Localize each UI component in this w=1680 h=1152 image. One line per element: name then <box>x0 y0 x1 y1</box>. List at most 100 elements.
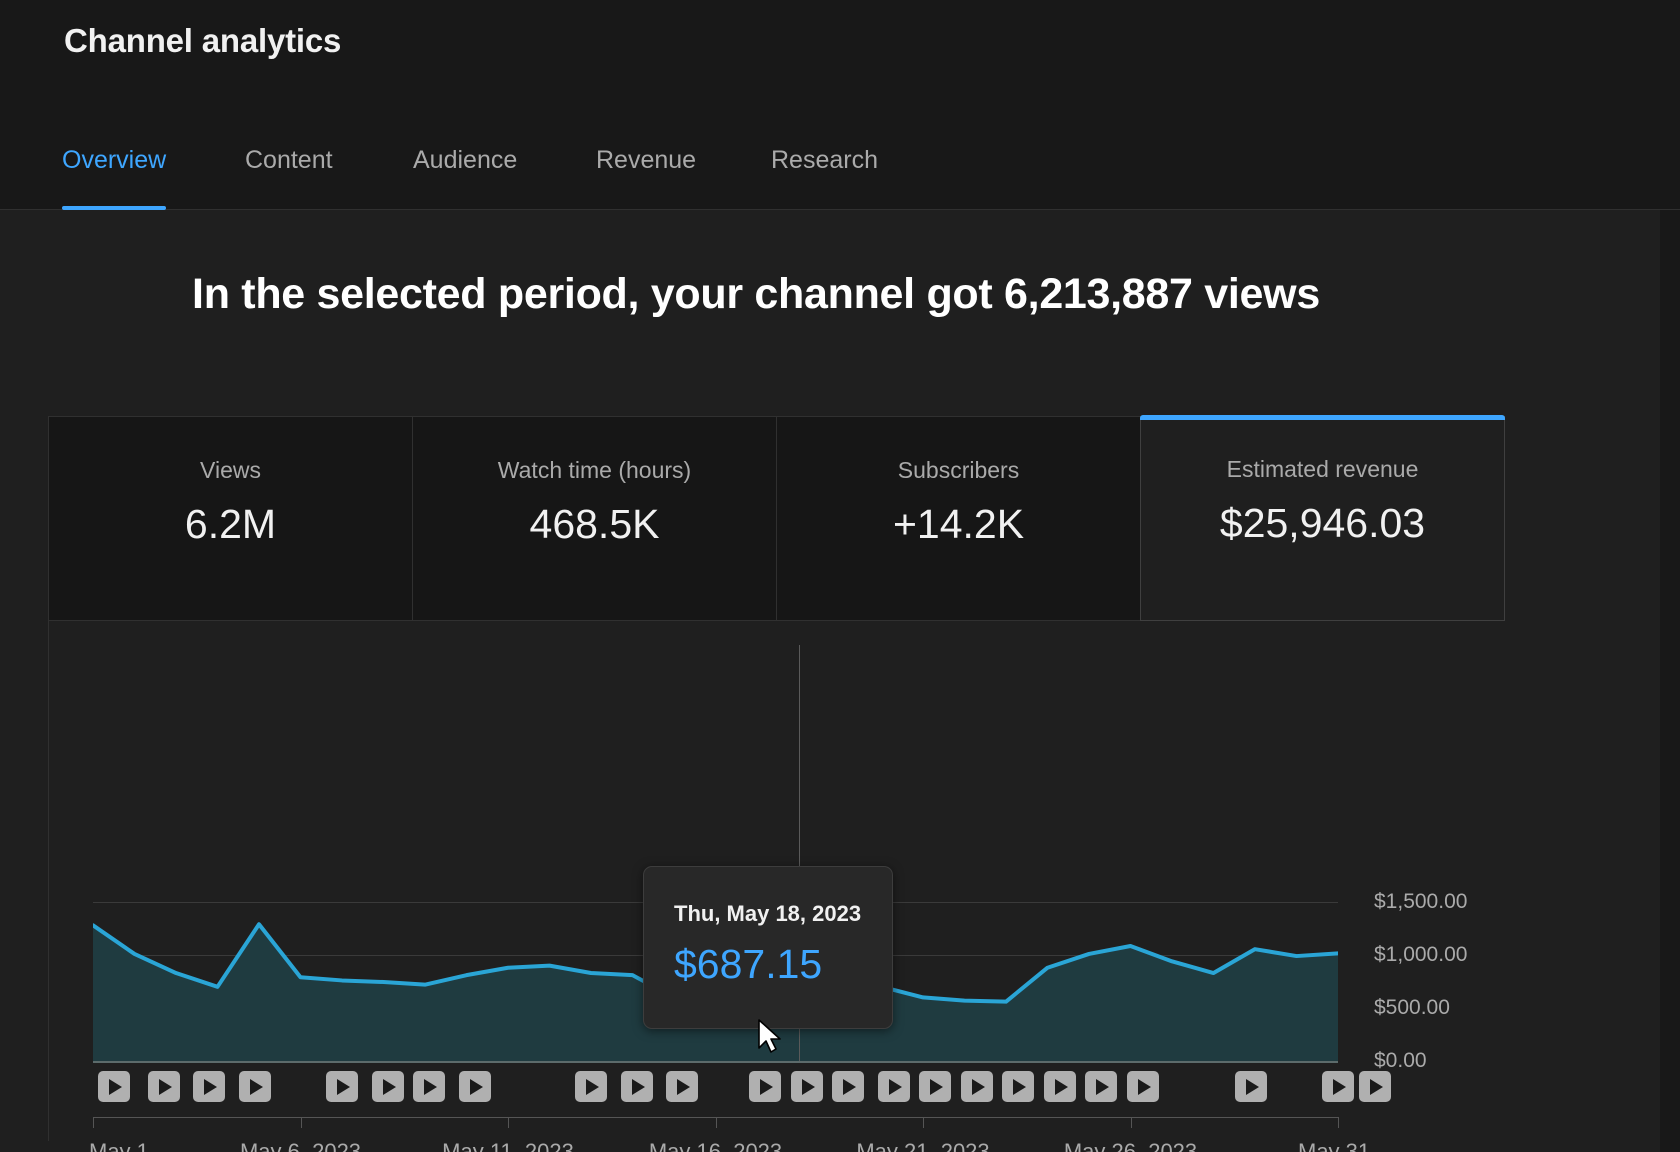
play-triangle-icon <box>631 1078 645 1095</box>
video-marker-icon[interactable] <box>238 1071 271 1102</box>
selected-indicator-bar <box>1140 415 1505 420</box>
metric-card-label: Estimated revenue <box>1226 456 1419 482</box>
video-marker-icon[interactable] <box>620 1071 653 1102</box>
play-triangle-icon <box>337 1078 350 1095</box>
tab-label: Content <box>245 146 333 174</box>
chart-baseline <box>93 1061 1338 1063</box>
metric-card-value: 468.5K <box>529 501 660 547</box>
tab-overview[interactable]: Overview <box>62 132 167 210</box>
y-axis-tick-label: $500.00 <box>1374 996 1450 1019</box>
video-marker-icon[interactable] <box>193 1071 226 1102</box>
play-triangle-icon <box>1096 1078 1110 1095</box>
video-marker-icon[interactable] <box>666 1071 699 1102</box>
video-marker-icon[interactable] <box>832 1071 865 1102</box>
y-axis-tick-label: $0.00 <box>1374 1049 1427 1072</box>
metric-card-views[interactable]: Views 6.2M <box>48 416 412 621</box>
x-axis-tick <box>923 1117 924 1128</box>
video-marker-icon[interactable] <box>960 1071 993 1102</box>
metric-card-estimated-revenue[interactable]: Estimated revenue $25,946.03 <box>1140 415 1505 621</box>
metric-card-label: Subscribers <box>897 457 1020 483</box>
metric-card-watch-time-hours[interactable]: Watch time (hours) 468.5K <box>412 416 776 621</box>
mouse-cursor-icon <box>758 1019 781 1053</box>
video-marker-icon[interactable] <box>371 1071 404 1102</box>
y-axis-tick-label: $1,000.00 <box>1374 943 1468 966</box>
video-marker-icon[interactable] <box>458 1071 491 1102</box>
analytics-tabbar: Overview Content Audience Revenue Research <box>0 132 1680 210</box>
metric-card-subscribers[interactable]: Subscribers +14.2K <box>776 416 1140 621</box>
video-marker-icon[interactable] <box>575 1071 607 1102</box>
video-marker-icon[interactable] <box>1043 1071 1076 1102</box>
video-marker-icon[interactable] <box>877 1071 910 1102</box>
y-axis-tick-label: $1,500.00 <box>1374 890 1468 913</box>
video-marker-icon[interactable] <box>97 1071 130 1102</box>
tooltip-value: $687.15 <box>674 941 823 987</box>
x-axis-tick <box>508 1117 509 1128</box>
play-triangle-icon <box>843 1078 857 1095</box>
tab-content[interactable]: Content <box>245 132 333 210</box>
play-triangle-icon <box>586 1078 599 1095</box>
chart-y-axis: $0.00 $500.00 $1,000.00 $1,500.00 <box>1374 849 1574 1079</box>
chart-tooltip: Thu, May 18, 2023 $687.15 <box>643 866 893 1029</box>
play-triangle-icon <box>760 1078 774 1095</box>
tab-label: Overview <box>62 146 167 174</box>
play-triangle-icon <box>1333 1078 1346 1095</box>
panel-right-gutter <box>1660 210 1680 1152</box>
video-marker-icon[interactable] <box>749 1071 782 1102</box>
video-marker-icon[interactable] <box>790 1071 823 1102</box>
play-triangle-icon <box>204 1078 218 1095</box>
x-axis-tick-label: May 21, 2023 <box>856 1139 990 1152</box>
metric-card-label: Views <box>200 457 261 483</box>
play-triangle-icon <box>249 1078 263 1095</box>
x-axis-tick <box>1130 1117 1132 1128</box>
x-axis-tick-label: May 31... <box>1298 1139 1389 1152</box>
video-marker-icon[interactable] <box>1126 1071 1159 1102</box>
video-marker-icon[interactable] <box>919 1071 952 1102</box>
video-marker-icon[interactable] <box>1322 1071 1354 1102</box>
tab-audience[interactable]: Audience <box>413 132 517 210</box>
play-triangle-icon <box>1370 1078 1384 1095</box>
metric-card-value: +14.2K <box>892 501 1025 547</box>
video-marker-row <box>93 1071 1392 1105</box>
channel-analytics-page: Channel analytics Overview Content Audienc… <box>0 0 1680 1152</box>
play-triangle-icon <box>108 1078 122 1095</box>
video-marker-icon[interactable] <box>326 1071 358 1102</box>
x-axis-tick <box>1338 1117 1339 1128</box>
metric-card-label: Watch time (hours) <box>497 457 692 483</box>
play-triangle-icon <box>1013 1078 1027 1095</box>
x-axis-tick-label: May 16, 2023 <box>648 1139 783 1152</box>
play-triangle-icon <box>1245 1078 1259 1095</box>
x-axis-tick-label: May 6, 2023 <box>239 1139 362 1152</box>
overview-content-panel: In the selected period, your channel got… <box>0 210 1660 1152</box>
video-marker-icon[interactable] <box>1002 1071 1035 1102</box>
play-triangle-icon <box>158 1078 172 1095</box>
tab-label: Audience <box>413 146 518 174</box>
tab-revenue[interactable]: Revenue <box>596 132 696 210</box>
play-triangle-icon <box>424 1078 438 1095</box>
tab-label: Research <box>771 146 878 174</box>
x-axis-tick-label: May 1, ... <box>89 1139 180 1152</box>
metric-card-value: $25,946.03 <box>1219 500 1426 546</box>
x-axis-tick <box>300 1117 302 1128</box>
play-triangle-icon <box>930 1078 944 1095</box>
play-triangle-icon <box>382 1078 396 1095</box>
x-axis-tick-label: May 26, 2023 <box>1063 1139 1198 1152</box>
play-triangle-icon <box>801 1078 815 1095</box>
x-axis-tick <box>93 1117 94 1128</box>
play-triangle-icon <box>971 1078 985 1095</box>
play-triangle-icon <box>677 1078 691 1095</box>
video-marker-icon[interactable] <box>1085 1071 1118 1102</box>
video-marker-icon[interactable] <box>413 1071 446 1102</box>
tab-label: Revenue <box>596 146 697 174</box>
video-marker-icon[interactable] <box>1234 1071 1267 1102</box>
play-triangle-icon <box>469 1078 483 1095</box>
x-axis-tick-label: May 11, 2023 <box>442 1139 574 1152</box>
play-triangle-icon <box>1137 1078 1151 1095</box>
x-axis-tick <box>715 1117 717 1128</box>
tab-research[interactable]: Research <box>771 132 878 210</box>
page-title: Channel analytics <box>64 22 342 59</box>
metric-card-value: 6.2M <box>184 501 277 547</box>
play-triangle-icon <box>1054 1078 1068 1095</box>
video-marker-icon[interactable] <box>1359 1071 1392 1102</box>
video-marker-icon[interactable] <box>147 1071 180 1102</box>
metric-card-row: Views 6.2M Watch time (hours) 468.5K Subscri… <box>48 415 1505 621</box>
